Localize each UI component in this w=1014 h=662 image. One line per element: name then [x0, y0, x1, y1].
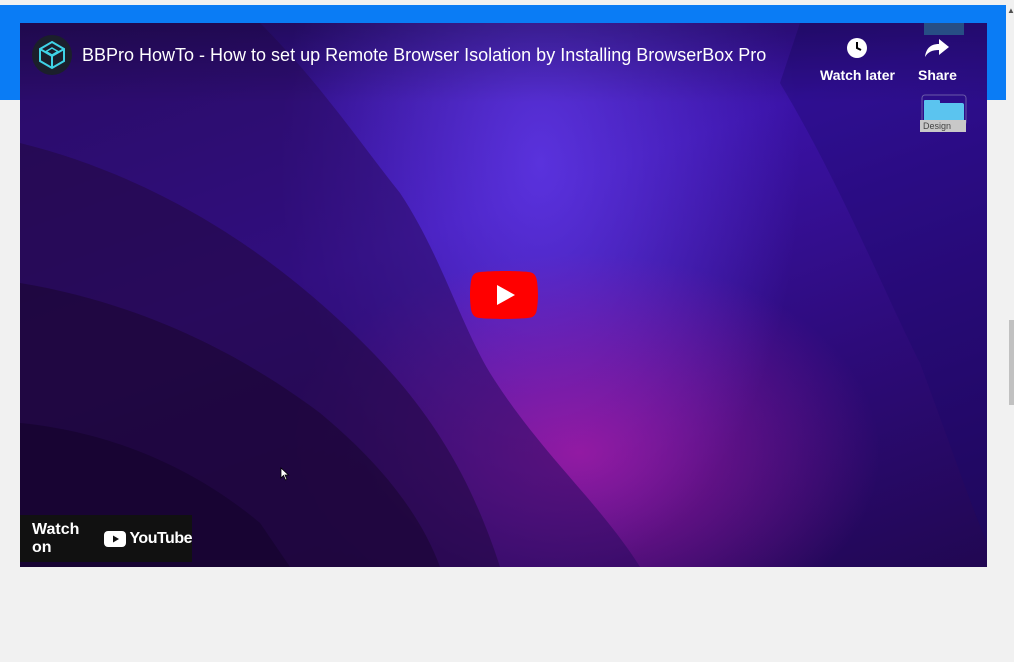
- page-scrollbar[interactable]: ▲: [1007, 0, 1014, 662]
- desktop-icon-partial: [924, 23, 964, 35]
- watch-on-youtube-button[interactable]: Watch on YouTube: [20, 515, 192, 562]
- share-label: Share: [918, 67, 957, 83]
- youtube-play-icon: [104, 530, 127, 547]
- share-button[interactable]: Share: [918, 35, 957, 83]
- browserbox-cube-icon: [39, 40, 65, 70]
- scroll-up-arrow-icon[interactable]: ▲: [1007, 6, 1014, 16]
- play-button-icon[interactable]: [470, 271, 538, 319]
- folder-label: Design: [920, 120, 966, 132]
- youtube-embed-player[interactable]: BBPro HowTo - How to set up Remote Brows…: [20, 23, 987, 567]
- watch-on-label: Watch on: [32, 520, 80, 556]
- mouse-cursor-icon: [280, 467, 290, 481]
- watch-later-label: Watch later: [820, 67, 895, 83]
- watch-later-button[interactable]: Watch later: [820, 35, 895, 83]
- channel-avatar[interactable]: [32, 35, 72, 75]
- video-title-link[interactable]: BBPro HowTo - How to set up Remote Brows…: [82, 45, 766, 66]
- youtube-logo: YouTube: [104, 530, 192, 548]
- share-arrow-icon: [925, 39, 950, 57]
- youtube-wordmark: YouTube: [129, 529, 192, 547]
- clock-icon: [847, 38, 868, 58]
- scroll-thumb[interactable]: [1009, 320, 1014, 405]
